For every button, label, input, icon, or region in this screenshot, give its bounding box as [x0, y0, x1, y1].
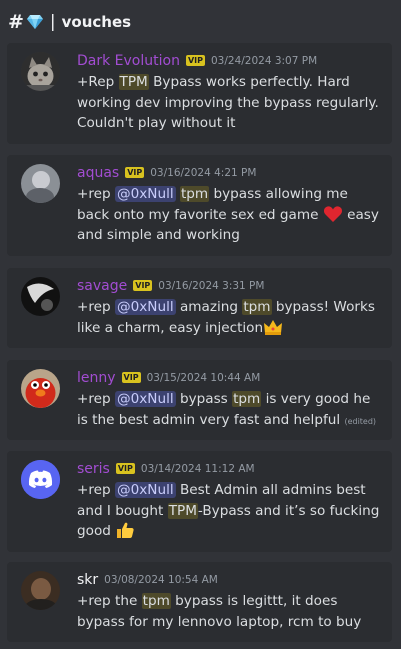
crown-icon	[264, 319, 283, 335]
gem-icon	[26, 15, 43, 29]
message-card: skr 03/08/2024 10:54 AM +rep the tpm byp…	[7, 562, 392, 642]
vip-badge: VIP	[121, 372, 141, 383]
message-card: seris VIP 03/14/2024 11:12 AM +rep @0xNu…	[7, 451, 392, 552]
username[interactable]: skr	[77, 572, 98, 588]
discord-logo-icon	[21, 460, 60, 499]
avatar[interactable]	[21, 52, 60, 91]
timestamp: 03/16/2024 3:31 PM	[158, 279, 265, 292]
message-content: +rep @0xNull bypass tpm is very good he …	[77, 391, 377, 428]
avatar[interactable]	[21, 460, 60, 499]
edited-marker: (edited)	[344, 416, 377, 426]
message-card: aquas VIP 03/16/2024 4:21 PM +rep @0xNul…	[7, 155, 392, 256]
message-content: +rep @0xNull tpm bypass allowing me back…	[77, 186, 379, 243]
timestamp: 03/14/2024 11:12 AM	[140, 462, 255, 475]
username[interactable]: seris	[77, 461, 110, 477]
username[interactable]: Dark Evolution	[77, 53, 180, 69]
username[interactable]: savage	[77, 278, 127, 294]
username[interactable]: lenny	[77, 370, 116, 386]
user-mention[interactable]: @0xNull	[115, 299, 176, 315]
cat-avatar-icon	[21, 52, 60, 91]
message-card: savage VIP 03/16/2024 3:31 PM +rep @0xNu…	[7, 268, 392, 348]
highlight-keyword: tpm	[179, 186, 210, 202]
highlight-keyword: TPM	[118, 74, 149, 90]
header-separator: |	[49, 12, 56, 32]
thumbs-up-icon	[117, 522, 134, 538]
message-content: +rep the tpm bypass is legittt, it does …	[77, 593, 362, 630]
avatar[interactable]	[21, 369, 60, 408]
message-content: +Rep TPM Bypass works perfectly. Hard wo…	[77, 74, 379, 131]
timestamp: 03/16/2024 4:21 PM	[150, 166, 257, 179]
highlight-keyword: tpm	[232, 391, 262, 407]
vip-badge: VIP	[115, 463, 135, 474]
highlight-keyword: tpm	[141, 593, 171, 609]
vip-badge: VIP	[133, 280, 153, 291]
message-card: Dark Evolution VIP 03/24/2024 3:07 PM +R…	[7, 43, 392, 144]
dark-avatar-icon	[21, 277, 60, 316]
vip-badge: VIP	[125, 167, 145, 178]
username[interactable]: aquas	[77, 165, 119, 181]
photo-avatar-icon	[21, 164, 60, 203]
vip-badge: VIP	[185, 55, 205, 66]
user-mention[interactable]: @0xNull	[115, 391, 176, 407]
channel-name[interactable]: vouches	[62, 13, 131, 31]
user-mention[interactable]: @0xNull	[115, 482, 176, 498]
timestamp: 03/15/2024 10:44 AM	[146, 371, 261, 384]
highlight-keyword: TPM	[167, 502, 198, 519]
avatar[interactable]	[21, 277, 60, 316]
photo-avatar-icon	[21, 571, 60, 610]
avatar[interactable]	[21, 164, 60, 203]
highlight-keyword: tpm	[242, 299, 272, 315]
avatar[interactable]	[21, 571, 60, 610]
red-heart-icon	[323, 205, 342, 222]
message-content: +rep @0xNull amazing tpm bypass! Works l…	[77, 299, 375, 336]
channel-header: # | vouches	[0, 0, 401, 44]
red-puppet-avatar-icon	[21, 369, 60, 408]
timestamp: 03/24/2024 3:07 PM	[210, 54, 318, 67]
user-mention[interactable]: @0xNull	[115, 186, 176, 202]
channel-hash: #	[8, 11, 24, 33]
message-content: +rep @0xNull Best Admin all admins best …	[77, 482, 380, 539]
message-card: lenny VIP 03/15/2024 10:44 AM +rep @0xNu…	[7, 360, 392, 440]
timestamp: 03/08/2024 10:54 AM	[104, 573, 218, 586]
